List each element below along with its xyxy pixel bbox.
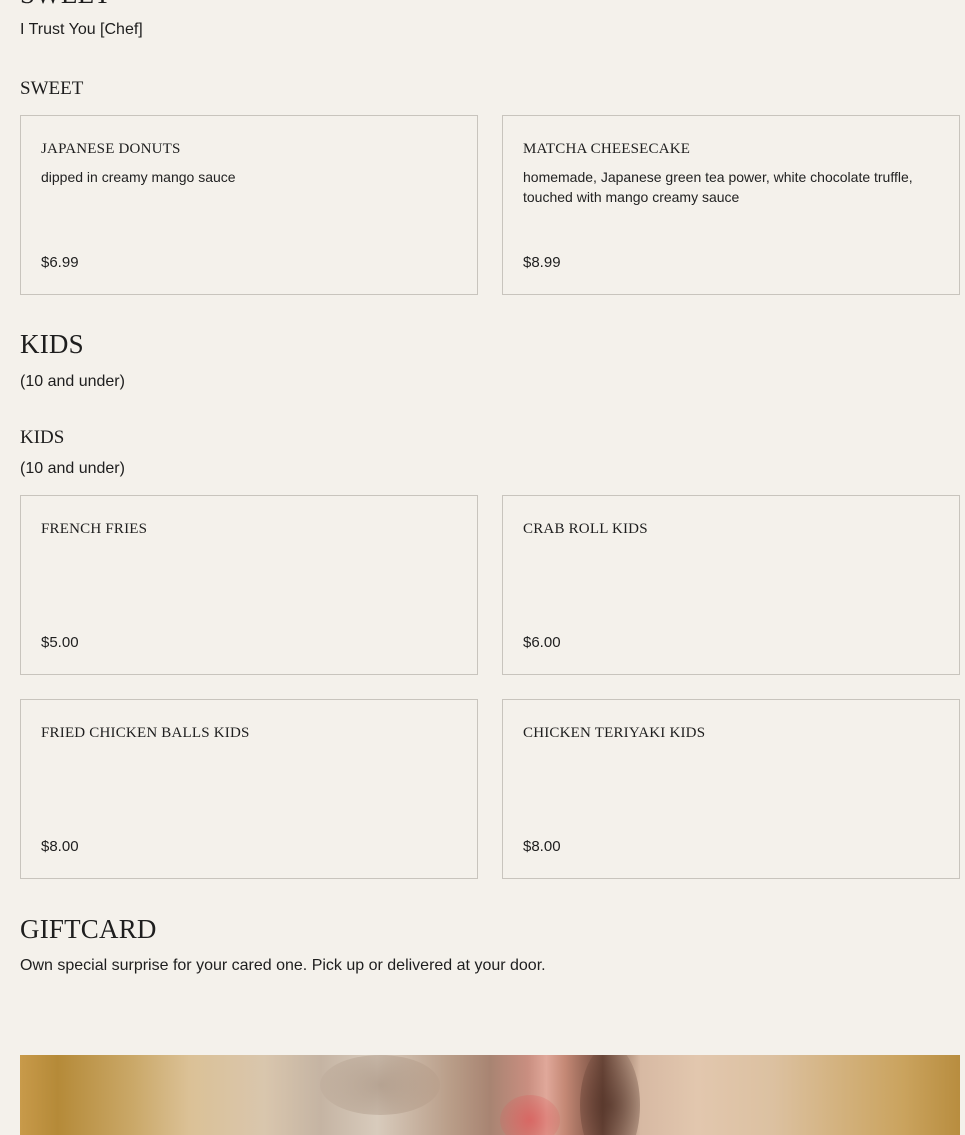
- menu-item-name: CHICKEN TERIYAKI KIDS: [523, 724, 706, 741]
- image-shadow: [580, 1055, 640, 1135]
- menu-item-name: CRAB ROLL KIDS: [523, 520, 648, 537]
- section-title-sweet: SWEET: [20, 0, 960, 10]
- menu-item-price: $5.00: [41, 633, 79, 651]
- menu-item-card-matcha-cheesecake[interactable]: MATCHA CHEESECAKE homemade, Japanese gre…: [502, 115, 960, 296]
- giftcard-image[interactable]: [20, 1055, 960, 1135]
- category-title-sweet: SWEET: [20, 77, 84, 99]
- menu-item-card-french-fries[interactable]: FRENCH FRIES $5.00: [20, 494, 478, 675]
- menu-item-card-fried-chicken-balls-kids[interactable]: FRIED CHICKEN BALLS KIDS $8.00: [20, 698, 478, 879]
- menu-item-name: FRIED CHICKEN BALLS KIDS: [41, 724, 250, 741]
- category-title-kids: KIDS: [20, 426, 65, 448]
- section-subtitle-sweet: I Trust You [Chef]: [20, 21, 143, 39]
- menu-item-price: $6.99: [41, 254, 79, 272]
- section-subtitle-kids: (10 and under): [20, 372, 125, 390]
- sweet-items-grid: JAPANESE DONUTS dipped in creamy mango s…: [20, 115, 960, 296]
- image-shadow: [320, 1055, 440, 1115]
- section-title-kids: KIDS: [20, 329, 84, 360]
- category-subtitle-kids: (10 and under): [20, 459, 125, 477]
- section-title-giftcard: GIFTCARD: [20, 913, 157, 944]
- menu-page: SWEET I Trust You [Chef] SWEET JAPANESE …: [20, 0, 960, 976]
- menu-item-price: $8.00: [523, 837, 561, 855]
- menu-item-description: dipped in creamy mango sauce: [41, 169, 236, 186]
- image-highlight: [500, 1095, 560, 1135]
- menu-item-price: $6.00: [523, 633, 561, 651]
- menu-item-card-chicken-teriyaki-kids[interactable]: CHICKEN TERIYAKI KIDS $8.00: [502, 698, 960, 879]
- menu-item-card-crab-roll-kids[interactable]: CRAB ROLL KIDS $6.00: [502, 494, 960, 675]
- menu-item-price: $8.00: [41, 837, 79, 855]
- menu-item-price: $8.99: [523, 254, 561, 272]
- menu-item-name: MATCHA CHEESECAKE: [523, 141, 691, 158]
- menu-item-description: homemade, Japanese green tea power, whit…: [523, 169, 913, 206]
- kids-items-grid: FRENCH FRIES $5.00 CRAB ROLL KIDS $6.00 …: [20, 494, 960, 879]
- section-subtitle-giftcard: Own special surprise for your cared one.…: [20, 957, 546, 975]
- menu-item-name: JAPANESE DONUTS: [41, 141, 181, 158]
- menu-item-name: FRENCH FRIES: [41, 520, 148, 537]
- menu-item-card-japanese-donuts[interactable]: JAPANESE DONUTS dipped in creamy mango s…: [20, 115, 478, 296]
